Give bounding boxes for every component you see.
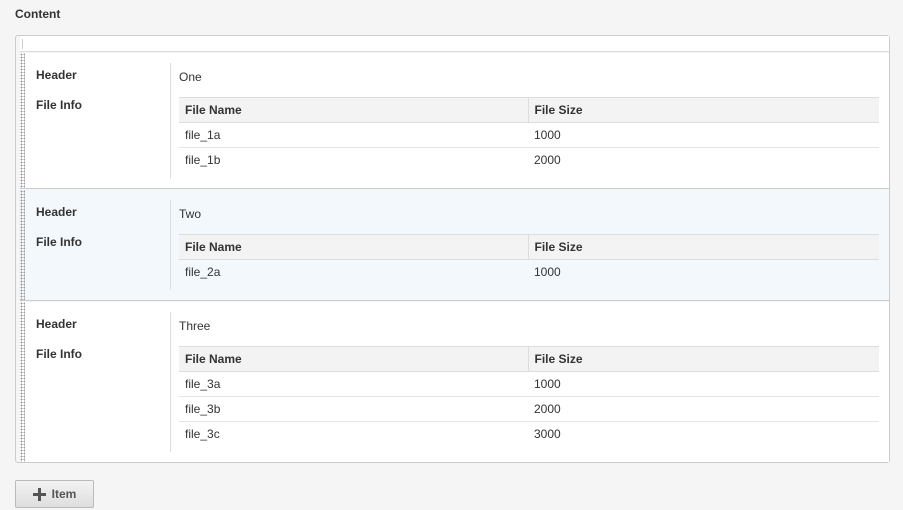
divider <box>170 200 171 290</box>
file-name-cell: file_1a <box>179 122 528 148</box>
file-size-cell: 2000 <box>528 396 879 422</box>
list-item: Header File Info Three File Name File Si… <box>20 302 889 462</box>
drag-handle[interactable] <box>20 53 25 188</box>
section-title: Content <box>15 7 61 21</box>
plus-icon <box>32 487 46 501</box>
file-table: File Name File Size file_1a 1000 file_1b… <box>179 97 879 173</box>
file-size-cell: 1000 <box>534 265 561 280</box>
file-table: File Name File Size file_2a 1000 <box>179 234 879 285</box>
file-info-label: File Info <box>36 98 82 112</box>
file-name-cell: file_3c <box>185 427 220 442</box>
file-size-cell: 2000 <box>534 153 561 168</box>
content-list: Header File Info One File Name File Size… <box>15 35 890 463</box>
list-item: Header File Info Two File Name File Size… <box>20 190 889 301</box>
header-value: Two <box>179 207 202 221</box>
file-name-cell: file_3a <box>179 371 528 397</box>
table-row: file_1b 2000 <box>179 148 879 173</box>
header-label: Header <box>36 205 77 219</box>
header-label: Header <box>36 68 77 82</box>
file-name-cell: file_1b <box>185 153 221 168</box>
column-header-file-size: File Size <box>528 346 879 372</box>
header-value: One <box>179 70 202 84</box>
file-info-label: File Info <box>36 347 82 361</box>
file-size-cell: 3000 <box>534 427 561 442</box>
header-label: Header <box>36 317 77 331</box>
table-row: file_3a 1000 <box>179 371 879 397</box>
header-value: Three <box>179 319 211 333</box>
add-item-label: Item <box>51 487 77 501</box>
table-row: file_1a 1000 <box>179 122 879 148</box>
table-row: file_3b 2000 <box>179 396 879 422</box>
column-header-file-size: File Size <box>528 97 879 123</box>
list-item: Header File Info One File Name File Size… <box>20 53 889 189</box>
list-top-strip <box>20 36 889 52</box>
file-info-label: File Info <box>36 235 82 249</box>
divider <box>170 63 171 178</box>
divider <box>170 312 171 452</box>
table-row: file_3c 3000 <box>179 422 879 447</box>
column-header-file-name: File Name <box>179 97 529 123</box>
column-header-file-name: File Name <box>179 346 529 372</box>
file-name-cell: file_2a <box>185 265 221 280</box>
column-header-file-name: File Name <box>179 234 529 260</box>
file-table: File Name File Size file_3a 1000 file_3b… <box>179 346 879 447</box>
drag-handle[interactable] <box>20 302 25 462</box>
file-size-cell: 1000 <box>528 122 879 148</box>
table-row: file_2a 1000 <box>179 260 879 285</box>
add-item-button[interactable]: Item <box>15 480 94 508</box>
file-size-cell: 1000 <box>528 371 879 397</box>
file-name-cell: file_3b <box>179 396 528 422</box>
drag-handle <box>22 39 25 49</box>
drag-handle[interactable] <box>20 190 25 300</box>
column-header-file-size: File Size <box>528 234 879 260</box>
